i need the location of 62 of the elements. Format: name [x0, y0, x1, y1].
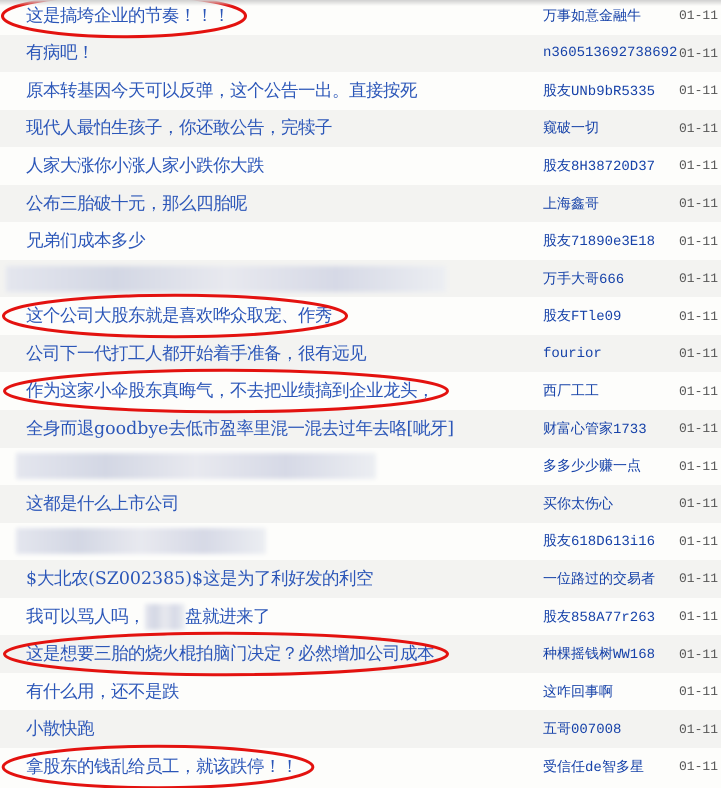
author-name[interactable]: 五哥007008	[543, 720, 679, 738]
author-name[interactable]: 股友8H38720D37	[543, 156, 679, 175]
post-date: 01-11	[679, 8, 720, 24]
post-title[interactable]: 公司下一代打工人都开始着手准备，很有远见	[26, 342, 366, 365]
post-date: 01-11	[679, 421, 720, 436]
post-date: 01-11	[679, 571, 720, 586]
post-title[interactable]: 盘就进来了	[185, 606, 270, 628]
post-title[interactable]: 原本转基因今天可以反弹，这个公告一出。直接按死	[26, 80, 417, 102]
post-title[interactable]: 这是搞垮企业的节奏！！！	[26, 4, 230, 27]
blurred-text	[145, 604, 185, 630]
post-date: 01-11	[679, 534, 720, 549]
post-date: 01-11	[679, 46, 720, 61]
author-name[interactable]: 一位路过的交易者	[543, 570, 679, 588]
post-title[interactable]: 全身而退goodbye去低市盈率里混一混去过年去咯[呲牙]	[26, 418, 454, 440]
author-name[interactable]: 多多少少赚一点	[543, 457, 679, 476]
author-name[interactable]: 受信任de智多星	[543, 758, 679, 776]
post-date: 01-11	[679, 158, 720, 174]
author-name[interactable]: 西厂工工	[543, 382, 679, 400]
post-date: 01-11	[679, 308, 720, 324]
post-date: 01-11	[679, 458, 720, 474]
post-title[interactable]: 有什么用，还不是跌	[26, 680, 179, 703]
post-date: 01-11	[679, 384, 720, 399]
post-title[interactable]: 这都是什么上市公司	[26, 492, 179, 515]
post-date: 01-11	[679, 722, 720, 737]
post-title[interactable]: 现代人最怕生孩子，你还敢公告，完犊子	[26, 117, 332, 140]
post-date: 01-11	[679, 646, 720, 662]
post-title[interactable]: 拿股东的钱乱给员工，就该跌停！！	[26, 756, 298, 778]
post-date: 01-11	[679, 196, 720, 211]
author-name[interactable]: 股友71890e3E18	[543, 232, 679, 250]
author-name[interactable]: 这咋回事啊	[543, 682, 679, 701]
post-title[interactable]: 人家大涨你小涨人家小跌你大跌	[26, 154, 264, 177]
post-date: 01-11	[679, 496, 720, 512]
post-title[interactable]: 公布三胎破十元，那么四胎呢	[26, 192, 247, 214]
post-title[interactable]: 小散快跑	[26, 718, 94, 740]
post-date: 01-11	[679, 83, 720, 98]
post-title[interactable]: 兄弟们成本多少	[26, 230, 145, 252]
author-name[interactable]: 股友618D613i16	[543, 532, 679, 550]
post-title[interactable]: 有病吧！	[26, 42, 94, 64]
post-title[interactable]: 这是想要三胎的烧火棍拍脑门决定？必然增加公司成本	[26, 643, 434, 666]
author-name[interactable]: 万事如意金融牛	[543, 6, 679, 25]
author-name[interactable]: 窥破一切	[543, 119, 679, 138]
post-title[interactable]: 我可以骂人吗，	[26, 606, 145, 628]
post-title[interactable]: $大北农(SZ002385)$这是为了利好发的利空	[26, 568, 374, 590]
post-date: 01-11	[679, 346, 720, 362]
author-name[interactable]: 万手大哥666	[543, 270, 679, 288]
author-name[interactable]: 买你太伤心	[543, 494, 679, 513]
post-date: 01-11	[679, 271, 720, 286]
post-title[interactable]: 这个公司大股东就是喜欢哗众取宠、作秀	[26, 305, 332, 328]
author-name[interactable]: fourior	[543, 346, 679, 362]
post-date: 01-11	[679, 120, 720, 136]
author-name[interactable]: n360513692738692	[543, 45, 679, 62]
post-date: 01-11	[679, 234, 720, 249]
post-date: 01-11	[679, 609, 720, 624]
author-name[interactable]: 种棵摇钱树WW168	[543, 645, 679, 664]
post-date: 01-11	[679, 684, 720, 700]
post-date: 01-11	[679, 759, 720, 774]
author-name[interactable]: 股友FTle09	[543, 307, 679, 326]
post-title[interactable]: 作为这家小伞股东真晦气，不去把业绩搞到企业龙头，	[26, 380, 434, 402]
author-name[interactable]: 股友UNb9bR5335	[543, 82, 679, 100]
author-name[interactable]: 财富心管家1733	[543, 420, 679, 438]
author-name[interactable]: 股友858A77r263	[543, 608, 679, 626]
author-name[interactable]: 上海鑫哥	[543, 194, 679, 212]
